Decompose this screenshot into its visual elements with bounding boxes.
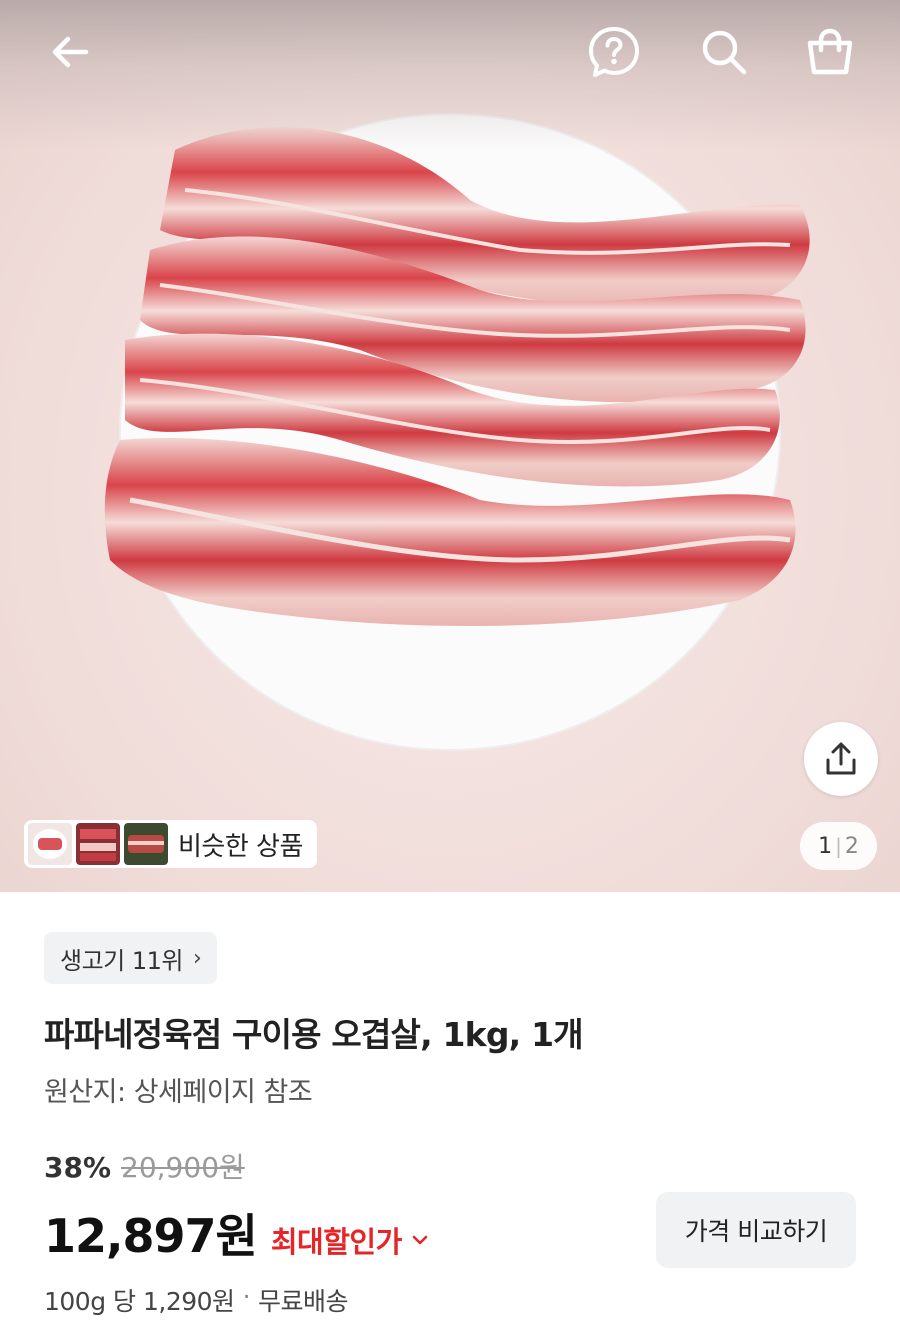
similar-products-button[interactable]: 비슷한 상품: [24, 820, 317, 868]
original-price: 20,900원: [121, 1151, 245, 1184]
question-bubble-icon: [589, 27, 639, 77]
search-icon: [702, 30, 747, 75]
current-page: 1: [818, 833, 833, 859]
similar-thumbnail: [124, 823, 168, 865]
similar-products-label: 비슷한 상품: [178, 831, 303, 862]
price-row: 12,897원 최대할인가: [44, 1200, 430, 1266]
top-navigation-bar: [0, 0, 900, 110]
product-origin: 원산지: 상세페이지 참조: [44, 1077, 313, 1108]
unit-price: 100g 당 1,290원: [44, 1287, 235, 1316]
share-button[interactable]: [804, 722, 878, 796]
product-image-gallery[interactable]: 비슷한 상품 1 | 2: [0, 0, 900, 892]
unit-price-row: 100g 당 1,290원 · 무료배송: [44, 1282, 349, 1318]
search-button[interactable]: [692, 20, 756, 84]
chevron-right-icon: ›: [193, 945, 202, 971]
image-page-counter: 1 | 2: [800, 822, 877, 870]
product-title: 파파네정육점 구이용 오겹살, 1kg, 1개: [44, 1015, 584, 1054]
price-compare-button[interactable]: 가격 비교하기: [656, 1192, 856, 1268]
cart-button[interactable]: [798, 20, 862, 84]
page-separator: |: [835, 834, 842, 858]
chevron-down-icon: [412, 1235, 428, 1245]
shipping-info: 무료배송: [258, 1287, 349, 1316]
help-button[interactable]: [582, 20, 646, 84]
dot-separator: ·: [242, 1282, 251, 1311]
category-rank-badge[interactable]: 생고기 11위 ›: [44, 932, 218, 984]
discount-rate: 38%: [44, 1151, 112, 1184]
share-icon: [826, 742, 856, 775]
sale-price: 12,897원: [44, 1209, 258, 1263]
back-button[interactable]: [38, 20, 102, 84]
arrow-left-icon: [52, 36, 89, 68]
max-discount-label: 최대할인가: [270, 1225, 402, 1259]
max-discount-dropdown[interactable]: 최대할인가: [271, 1219, 430, 1261]
similar-thumbnail: [28, 823, 72, 865]
total-pages: 2: [844, 833, 859, 859]
discount-row: 38% 20,900원: [44, 1146, 245, 1186]
similar-thumbnail: [76, 823, 120, 865]
shopping-bag-icon: [807, 28, 853, 75]
rank-badge-label: 생고기 11위: [60, 946, 184, 975]
